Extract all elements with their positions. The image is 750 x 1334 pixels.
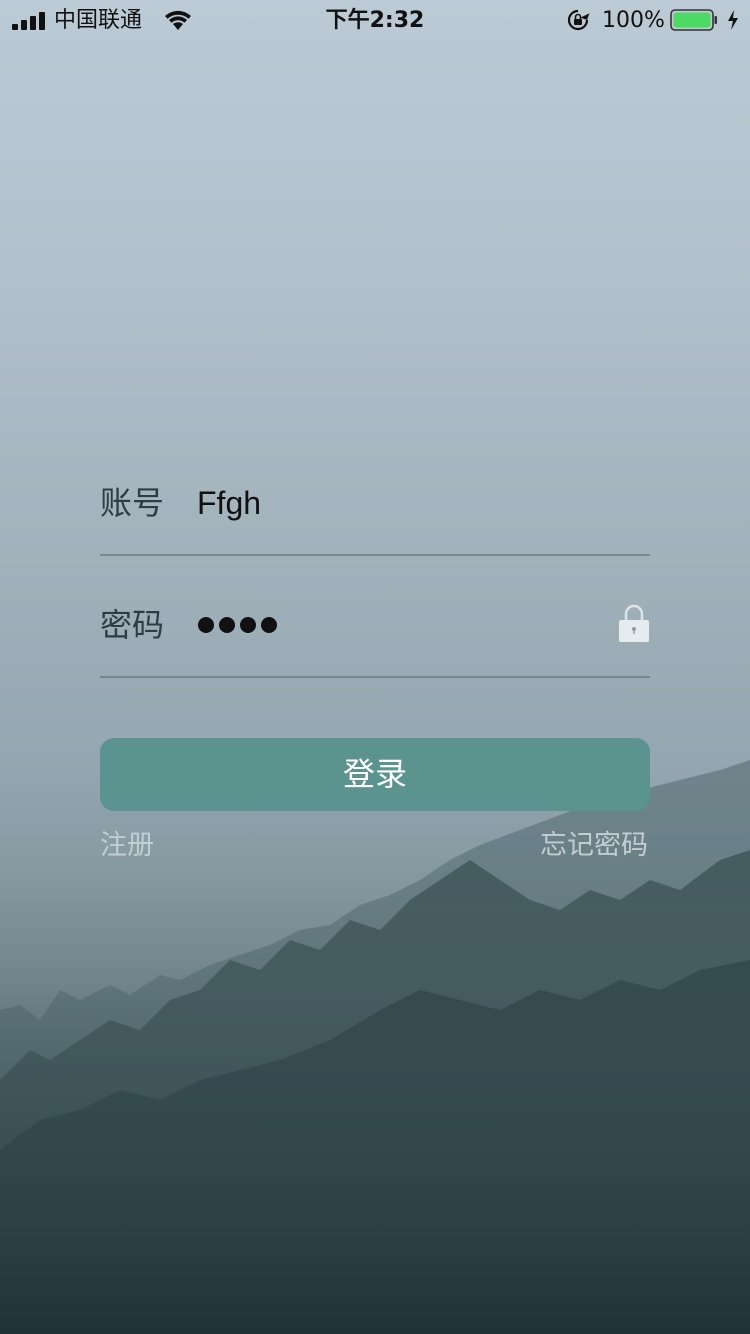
password-label: 密码: [100, 606, 165, 644]
account-label: 账号: [100, 484, 165, 522]
login-button[interactable]: 登录: [100, 738, 650, 811]
password-mask-dot: [219, 617, 235, 633]
password-mask-dot: [240, 617, 256, 633]
account-field[interactable]: 账号 Ffgh: [100, 482, 650, 556]
battery-icon: [670, 9, 717, 31]
lock-icon[interactable]: [618, 602, 650, 644]
password-input[interactable]: [198, 614, 282, 636]
password-mask-dot: [198, 617, 214, 633]
password-mask-dot: [261, 617, 277, 633]
forgot-password-link[interactable]: 忘记密码: [540, 828, 648, 864]
charging-bolt-icon: [728, 10, 738, 30]
register-link[interactable]: 注册: [100, 828, 154, 864]
account-input[interactable]: Ffgh: [197, 482, 261, 524]
status-bar: 中国联通 下午2:32 100%: [0, 0, 750, 40]
battery-percent: 100%: [602, 8, 665, 33]
rotation-lock-icon: [567, 9, 590, 31]
login-screen: 中国联通 下午2:32 100% 账号 Ffgh 密码 登录 注册 忘记密码: [0, 0, 750, 1334]
password-field[interactable]: 密码: [100, 604, 650, 678]
